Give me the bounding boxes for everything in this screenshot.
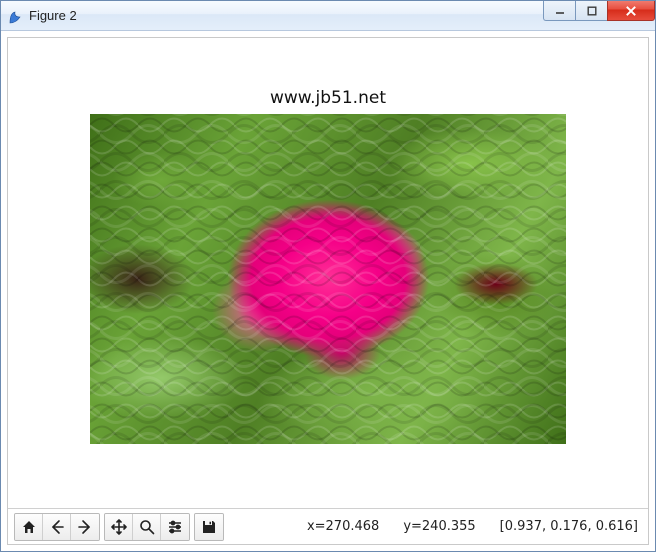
back-button[interactable] [43, 514, 71, 540]
status-x: x=270.468 [307, 519, 379, 534]
matplotlib-toolbar: x=270.468 y=240.355 [0.937, 0.176, 0.616… [8, 508, 648, 544]
status-y: y=240.355 [403, 519, 475, 534]
app-icon [7, 8, 23, 24]
maximize-button[interactable] [575, 1, 607, 21]
client-area: www.jb51.net [7, 37, 649, 545]
io-group [194, 513, 224, 541]
plot-image [90, 114, 566, 444]
status-rgb: [0.937, 0.176, 0.616] [500, 519, 638, 534]
view-group [104, 513, 190, 541]
window-controls [543, 1, 655, 21]
figure-window: Figure 2 www.jb51.net [0, 0, 656, 552]
home-button[interactable] [15, 514, 43, 540]
figure-canvas[interactable]: www.jb51.net [8, 38, 648, 508]
pan-button[interactable] [105, 514, 133, 540]
titlebar[interactable]: Figure 2 [1, 1, 655, 31]
configure-button[interactable] [161, 514, 189, 540]
cursor-status: x=270.468 y=240.355 [0.937, 0.176, 0.616… [307, 519, 642, 534]
window-title: Figure 2 [29, 8, 77, 23]
plot-title: www.jb51.net [270, 88, 386, 108]
nav-group [14, 513, 100, 541]
zoom-button[interactable] [133, 514, 161, 540]
save-button[interactable] [195, 514, 223, 540]
close-button[interactable] [607, 1, 655, 21]
minimize-button[interactable] [543, 1, 575, 21]
forward-button[interactable] [71, 514, 99, 540]
